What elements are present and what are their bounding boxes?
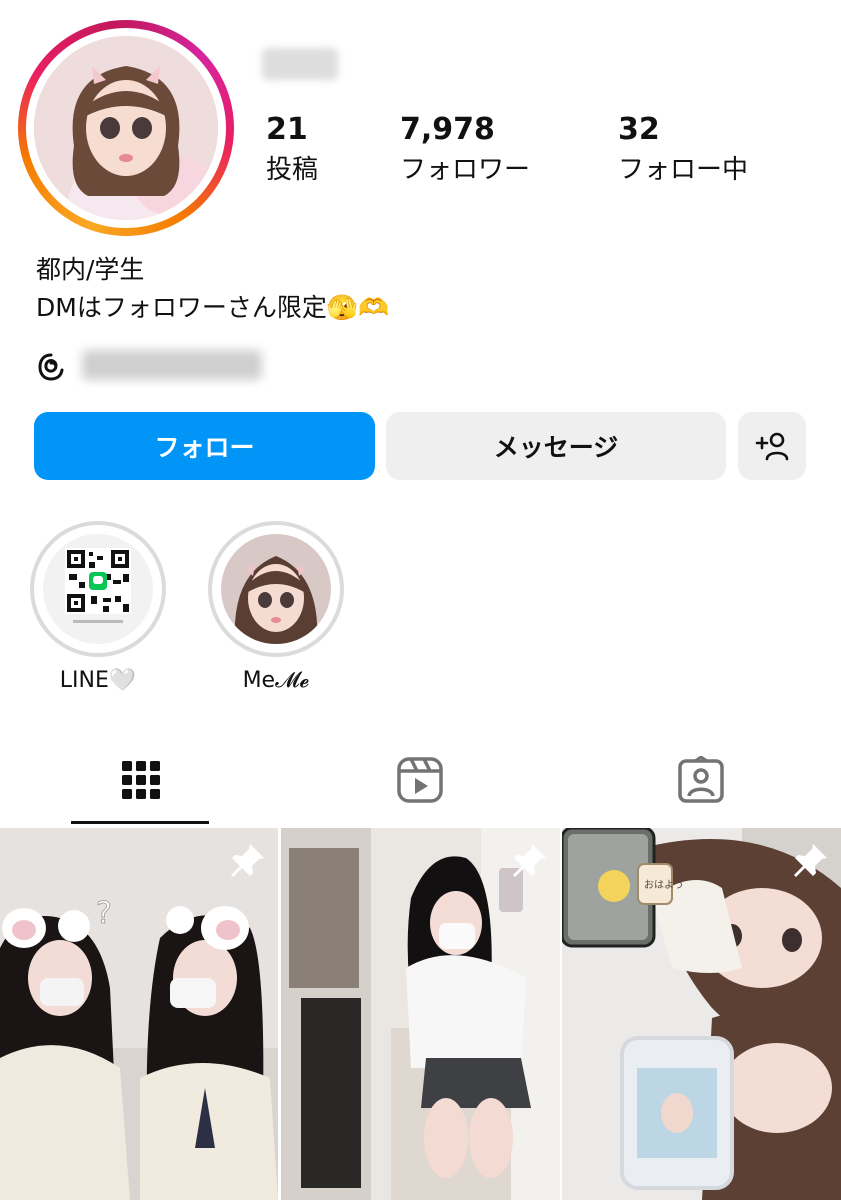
active-tab-indicator (71, 821, 209, 824)
followers-stat[interactable]: 7,978 フォロワー (400, 112, 530, 186)
highlight-me-label: Me𝓜𝓮 (242, 668, 310, 693)
avatar[interactable] (34, 36, 218, 220)
pinned-icon (512, 842, 548, 882)
username-blurred (262, 48, 338, 80)
highlight-me[interactable] (208, 521, 344, 657)
message-button[interactable]: メッセージ (386, 412, 726, 480)
post-tile[interactable]: ? (0, 828, 278, 1200)
post-image (281, 828, 560, 1200)
pinned-icon (793, 842, 829, 882)
posts-count: 21 (266, 112, 308, 147)
question-mark-doodle: ? (96, 896, 112, 931)
tab-reels[interactable] (350, 740, 490, 820)
tab-posts-grid[interactable] (71, 740, 211, 820)
post-tile[interactable] (281, 828, 560, 1200)
qr-code-icon (43, 534, 153, 644)
posts-stat[interactable]: 21 投稿 (266, 112, 318, 186)
post-tile[interactable]: おはよう (562, 828, 841, 1200)
threads-icon[interactable] (34, 350, 68, 384)
reels-icon (397, 757, 443, 803)
pinned-icon (230, 842, 266, 882)
posts-label: 投稿 (266, 155, 319, 185)
bio-line-1: 都内/学生 (36, 255, 145, 284)
avatar-photo (34, 36, 218, 220)
tagged-icon (678, 756, 724, 803)
following-count: 32 (618, 112, 660, 147)
following-label: フォロー中 (618, 155, 749, 185)
followers-count: 7,978 (400, 112, 495, 147)
following-stat[interactable]: 32 フォロー中 (618, 112, 748, 186)
highlight-line-thumbnail (43, 534, 153, 644)
threads-handle-blurred[interactable] (82, 350, 262, 380)
highlight-line-label: LINE🤍 (59, 668, 137, 693)
post-image: おはよう (562, 828, 841, 1200)
highlight-me-thumbnail (221, 534, 331, 644)
highlight-line[interactable] (30, 521, 166, 657)
suggested-users-button[interactable] (738, 412, 806, 480)
good-morning-sticker: おはよう (644, 879, 684, 891)
bio-line-2: DMはフォロワーさん限定🫣🫶 (36, 293, 390, 322)
grid-icon (122, 761, 160, 799)
tab-tagged[interactable] (631, 740, 771, 820)
post-image: ? (0, 828, 278, 1200)
add-person-icon (755, 432, 789, 461)
followers-label: フォロワー (400, 155, 531, 185)
follow-button[interactable]: フォロー (34, 412, 375, 480)
